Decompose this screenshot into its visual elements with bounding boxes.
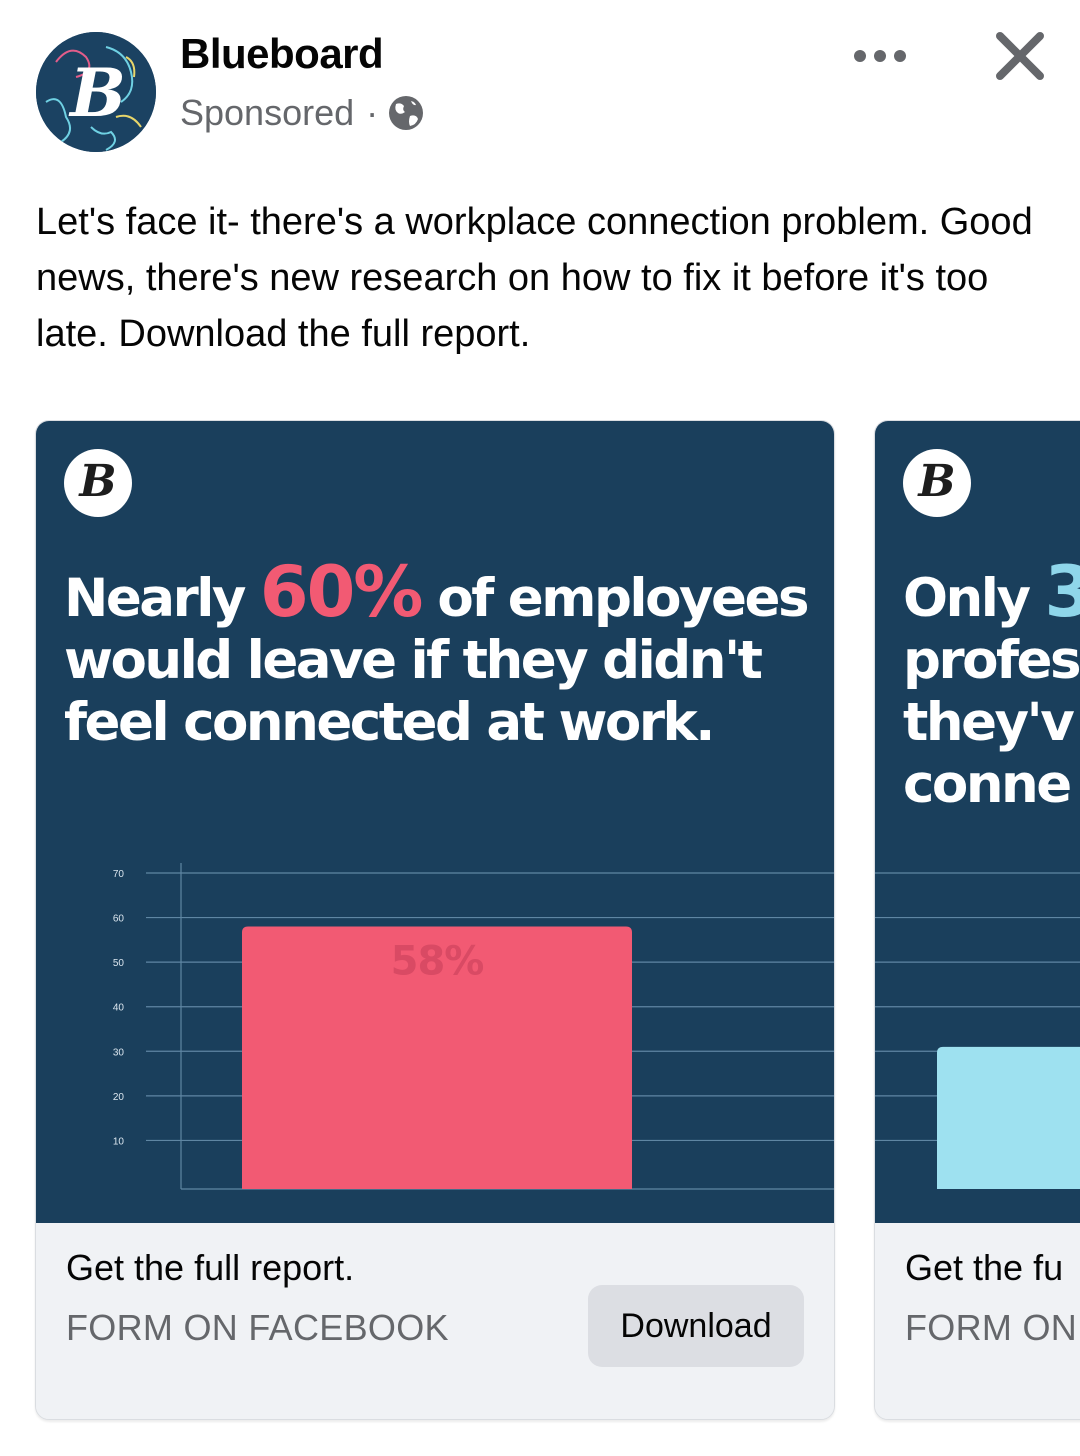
brand-logo-letter: B	[79, 456, 117, 507]
close-icon[interactable]	[990, 26, 1050, 86]
carousel-card[interactable]: B Only 3 profes they'v conne Get the fu …	[874, 420, 1080, 1420]
ad-creative[interactable]: B Nearly 60% of employees would leave if…	[36, 421, 834, 1223]
creative-headline: Only 3 profes they'v conne	[903, 557, 1080, 816]
sponsored-label[interactable]: Sponsored	[180, 92, 354, 134]
y-tick-label: 20	[113, 1092, 125, 1103]
bar	[937, 1046, 1080, 1189]
headline-highlight: 60%	[259, 551, 424, 633]
y-tick-label: 30	[113, 1047, 125, 1058]
bar-chart: 10 20 30 40 50 60 70 58%	[36, 861, 834, 1201]
card-subtitle: FORM ON FACEBOOK	[66, 1307, 449, 1348]
y-tick-label: 70	[113, 869, 125, 880]
y-tick-label: 50	[113, 958, 125, 969]
more-options-button[interactable]	[850, 36, 910, 76]
brand-logo: B	[903, 449, 971, 517]
headline-line-4: conne	[903, 754, 1072, 815]
page-avatar[interactable]: B	[36, 32, 156, 152]
bar-chart-svg: 10 20 30 40 50 60 70 58%	[113, 863, 834, 1190]
carousel-card[interactable]: B Nearly 60% of employees would leave if…	[35, 420, 835, 1420]
svg-text:B: B	[68, 54, 126, 132]
sponsored-post: B Blueboard Sponsored · Let's face it- t…	[0, 0, 1080, 1456]
post-meta: Sponsored ·	[180, 92, 424, 134]
headline-prefix: Nearly	[64, 568, 260, 629]
dot-icon	[894, 50, 906, 62]
y-tick-label: 60	[113, 914, 125, 925]
card-subtitle: FORM ON	[905, 1307, 1078, 1348]
bar-data-label: 58%	[391, 938, 484, 984]
dot-icon	[854, 50, 866, 62]
post-caption: Let's face it- there's a workplace conne…	[36, 201, 1033, 355]
card-footer: Get the fu FORM ON	[875, 1223, 1080, 1419]
card-title: Get the full report.	[66, 1247, 355, 1288]
headline-highlight: 3	[1044, 551, 1080, 633]
bar-chart	[875, 861, 1080, 1201]
download-button[interactable]: Download	[588, 1285, 804, 1367]
meta-separator: ·	[366, 92, 379, 133]
y-tick-label: 40	[113, 1003, 125, 1014]
brand-logo: B	[64, 449, 132, 517]
bar-chart-svg	[875, 872, 1080, 1189]
dot-icon	[874, 50, 886, 62]
card-footer: Get the full report. FORM ON FACEBOOK Do…	[36, 1223, 834, 1419]
headline-line-2: profes	[903, 630, 1080, 691]
ad-creative[interactable]: B Only 3 profes they'v conne	[875, 421, 1080, 1223]
headline-line-3: they'v	[903, 692, 1075, 753]
brand-logo-letter: B	[918, 456, 956, 507]
globe-icon	[389, 96, 424, 130]
card-title: Get the fu	[905, 1247, 1064, 1288]
y-tick-label: 10	[113, 1136, 125, 1147]
headline-prefix: Only	[903, 568, 1045, 629]
blueboard-logo-icon: B	[36, 32, 156, 152]
page-name[interactable]: Blueboard	[180, 30, 384, 78]
creative-headline: Nearly 60% of employees would leave if t…	[64, 557, 824, 754]
